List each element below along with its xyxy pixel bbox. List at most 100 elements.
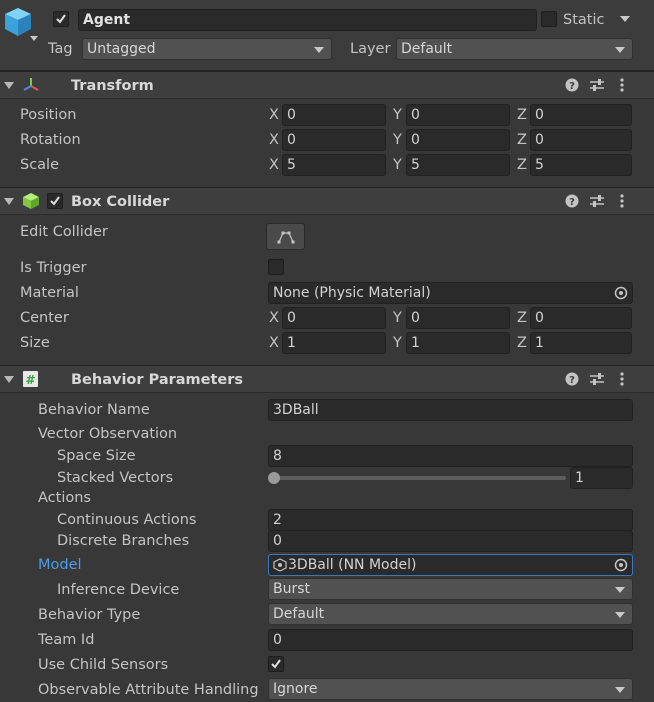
script-hash-icon: # bbox=[22, 370, 40, 392]
object-picker-icon[interactable] bbox=[614, 286, 628, 300]
observable-attribute-handling-dropdown[interactable]: Ignore bbox=[268, 678, 633, 700]
center-y-label[interactable]: Y bbox=[393, 309, 402, 327]
size-y-label[interactable]: Y bbox=[393, 334, 402, 352]
scale-z-label[interactable]: Z bbox=[517, 156, 527, 174]
material-field[interactable]: None (Physic Material) bbox=[268, 282, 633, 304]
edit-collider-label: Edit Collider bbox=[20, 224, 108, 240]
is-trigger-checkbox[interactable] bbox=[268, 259, 284, 275]
is-trigger-label: Is Trigger bbox=[20, 260, 87, 276]
use-child-sensors-label: Use Child Sensors bbox=[38, 657, 169, 673]
discrete-branches-field[interactable]: 0 bbox=[268, 530, 633, 552]
size-x-field[interactable]: 1 bbox=[282, 332, 386, 354]
tag-label: Tag bbox=[48, 41, 73, 57]
scale-y-label[interactable]: Y bbox=[393, 156, 402, 174]
rotation-z-label[interactable]: Z bbox=[517, 131, 527, 149]
static-dropdown-caret-icon[interactable] bbox=[620, 16, 630, 22]
gameobject-name-field[interactable]: Agent bbox=[78, 9, 537, 31]
box-collider-foldout-icon[interactable] bbox=[4, 198, 14, 205]
presets-icon[interactable] bbox=[589, 78, 605, 96]
center-label: Center bbox=[20, 310, 69, 326]
edit-collider-icon bbox=[277, 231, 295, 244]
behavior-parameters-foldout-icon[interactable] bbox=[4, 376, 14, 383]
svg-text:#: # bbox=[25, 373, 35, 387]
continuous-actions-field[interactable]: 2 bbox=[268, 509, 633, 531]
behavior-name-field[interactable]: 3DBall bbox=[268, 399, 633, 421]
team-id-label: Team Id bbox=[38, 632, 95, 648]
gameobject-cube-icon[interactable] bbox=[3, 6, 33, 42]
rotation-x-field[interactable]: 0 bbox=[282, 129, 386, 151]
layer-dropdown[interactable]: Default bbox=[396, 38, 633, 60]
more-options-icon[interactable] bbox=[619, 78, 625, 96]
material-label: Material bbox=[20, 285, 79, 301]
scale-x-label[interactable]: X bbox=[269, 156, 279, 174]
help-icon[interactable]: ? bbox=[565, 78, 579, 96]
transform-title: Transform bbox=[71, 78, 154, 94]
size-z-field[interactable]: 1 bbox=[530, 332, 632, 354]
center-y-field[interactable]: 0 bbox=[406, 307, 510, 329]
position-y-label[interactable]: Y bbox=[393, 106, 402, 124]
model-field[interactable]: 3DBall (NN Model) bbox=[268, 554, 633, 576]
position-z-field[interactable]: 0 bbox=[530, 104, 632, 126]
rotation-z-field[interactable]: 0 bbox=[530, 129, 632, 151]
more-options-icon[interactable] bbox=[619, 372, 625, 390]
tag-value: Untagged bbox=[87, 41, 156, 57]
svg-text:?: ? bbox=[569, 81, 575, 92]
tag-dropdown[interactable]: Untagged bbox=[82, 38, 332, 60]
center-z-label[interactable]: Z bbox=[517, 309, 527, 327]
more-options-icon[interactable] bbox=[619, 194, 625, 212]
presets-icon[interactable] bbox=[589, 372, 605, 390]
inference-device-dropdown[interactable]: Burst bbox=[268, 578, 633, 600]
static-toggle[interactable] bbox=[541, 11, 557, 27]
center-x-label[interactable]: X bbox=[269, 309, 279, 327]
size-z-label[interactable]: Z bbox=[517, 334, 527, 352]
use-child-sensors-checkbox[interactable] bbox=[268, 656, 284, 672]
size-y-field[interactable]: 1 bbox=[406, 332, 510, 354]
position-y-field[interactable]: 0 bbox=[406, 104, 510, 126]
actions-label: Actions bbox=[38, 490, 91, 506]
behavior-name-label: Behavior Name bbox=[38, 402, 150, 418]
size-label: Size bbox=[20, 335, 50, 351]
active-toggle[interactable] bbox=[53, 11, 69, 27]
discrete-branches-label: Discrete Branches bbox=[57, 533, 190, 549]
rotation-y-field[interactable]: 0 bbox=[406, 129, 510, 151]
help-icon[interactable]: ? bbox=[565, 372, 579, 390]
scale-z-field[interactable]: 5 bbox=[530, 154, 632, 176]
stacked-vectors-label: Stacked Vectors bbox=[57, 470, 174, 486]
position-x-field[interactable]: 0 bbox=[282, 104, 386, 126]
center-x-field[interactable]: 0 bbox=[282, 307, 386, 329]
layer-value: Default bbox=[401, 41, 453, 57]
edit-collider-button[interactable] bbox=[266, 223, 305, 250]
chevron-down-icon bbox=[615, 47, 625, 53]
behavior-type-label: Behavior Type bbox=[38, 607, 141, 623]
behavior-type-dropdown[interactable]: Default bbox=[268, 603, 633, 625]
vector-observation-label: Vector Observation bbox=[38, 426, 178, 442]
rotation-y-label[interactable]: Y bbox=[393, 131, 402, 149]
box-collider-enabled-toggle[interactable] bbox=[47, 193, 63, 209]
stacked-vectors-field[interactable]: 1 bbox=[570, 467, 633, 489]
space-size-field[interactable]: 8 bbox=[268, 445, 633, 467]
transform-axes-icon bbox=[22, 76, 40, 98]
size-x-label[interactable]: X bbox=[269, 334, 279, 352]
space-size-label: Space Size bbox=[57, 448, 136, 464]
behavior-type-value: Default bbox=[273, 606, 325, 622]
material-value: None (Physic Material) bbox=[273, 285, 431, 301]
presets-icon[interactable] bbox=[589, 194, 605, 212]
chevron-down-icon bbox=[615, 612, 625, 618]
help-icon[interactable]: ? bbox=[565, 194, 579, 212]
transform-foldout-icon[interactable] bbox=[4, 82, 14, 89]
rotation-x-label[interactable]: X bbox=[269, 131, 279, 149]
inference-device-label: Inference Device bbox=[57, 582, 180, 598]
box-collider-title: Box Collider bbox=[71, 194, 170, 210]
icon-dropdown-caret-icon[interactable] bbox=[30, 36, 38, 41]
position-x-label[interactable]: X bbox=[269, 106, 279, 124]
stacked-vectors-slider-track[interactable] bbox=[270, 476, 566, 480]
stacked-vectors-slider-knob[interactable] bbox=[268, 472, 280, 484]
position-label: Position bbox=[20, 107, 77, 123]
chevron-down-icon bbox=[615, 587, 625, 593]
object-picker-icon[interactable] bbox=[614, 558, 628, 572]
scale-y-field[interactable]: 5 bbox=[406, 154, 510, 176]
team-id-field[interactable]: 0 bbox=[268, 629, 633, 651]
center-z-field[interactable]: 0 bbox=[530, 307, 632, 329]
scale-x-field[interactable]: 5 bbox=[282, 154, 386, 176]
position-z-label[interactable]: Z bbox=[517, 106, 527, 124]
